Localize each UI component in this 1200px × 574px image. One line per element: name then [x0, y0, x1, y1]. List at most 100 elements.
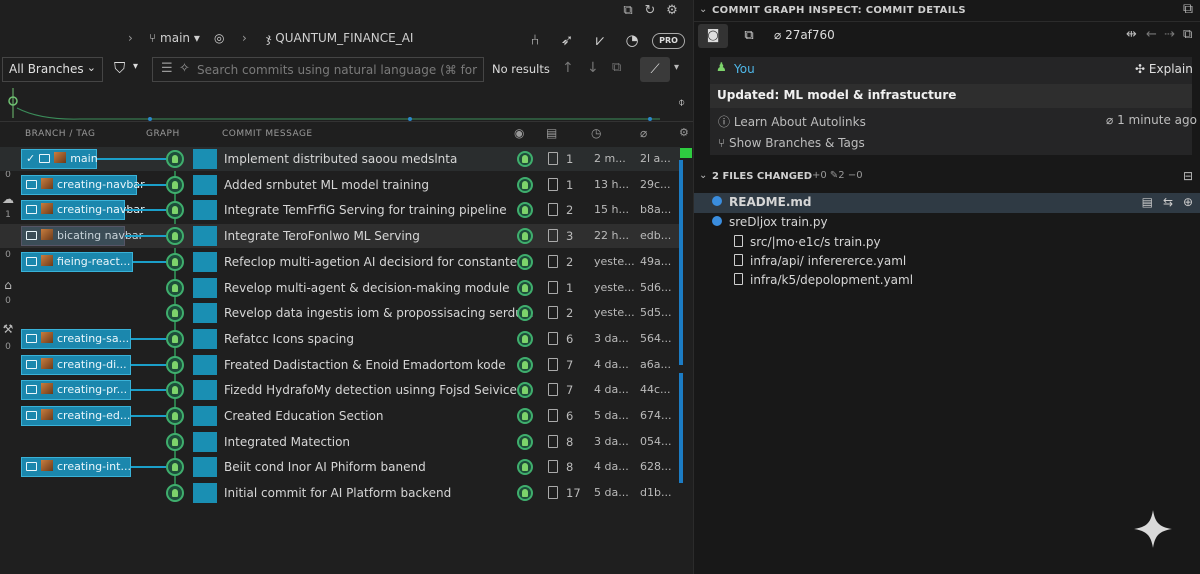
back-icon[interactable]: ←: [1146, 27, 1157, 42]
files-changed-header[interactable]: ⌄ 2 FILES CHANGED +0 ✎2 −0 ⊟: [694, 166, 1200, 188]
collapse-all-icon[interactable]: ⊟: [1183, 169, 1193, 183]
open-file-icon[interactable]: ▤: [1142, 195, 1153, 209]
refresh-icon[interactable]: ↻: [642, 3, 658, 19]
commit-row[interactable]: Integrated Matection 8 3 da... 054...: [0, 430, 680, 454]
commit-node[interactable]: [166, 432, 184, 451]
chevron-down-icon: ▾: [193, 31, 200, 45]
scrollbar-thumb[interactable]: [679, 160, 683, 365]
pin-icon[interactable]: ⇹: [1126, 27, 1137, 42]
show-branches-link[interactable]: ⑂ Show Branches & Tags: [718, 136, 865, 150]
list-filter-icon[interactable]: ☰: [161, 61, 173, 76]
tab-commit-details[interactable]: ◙: [698, 24, 728, 48]
branch-tag[interactable]: creating-int...: [21, 457, 131, 478]
open-external-icon[interactable]: ⧉: [620, 3, 636, 19]
maximize-icon[interactable]: ⧉: [1183, 1, 1193, 17]
commit-row[interactable]: bicating navbar Integrate TeroFonlwo ML S…: [0, 224, 680, 249]
commit-row[interactable]: creating-sa... Refatcc Icons spacing 6 3 da…: [0, 327, 680, 351]
launchpad-icon[interactable]: ◔: [622, 30, 642, 50]
branch-tag[interactable]: creating-pr...: [21, 380, 131, 401]
open-commit-icon[interactable]: ⧉: [1183, 27, 1192, 42]
commit-sha: 2l a...: [640, 152, 671, 165]
author-name[interactable]: You: [734, 62, 755, 76]
branch-tag[interactable]: creating-ed...: [21, 406, 131, 426]
clock-column-icon[interactable]: ◷: [591, 126, 602, 140]
chart-toggle-icon[interactable]: ⟋: [640, 57, 670, 82]
file-row[interactable]: infra/api/ inferererce.yaml: [734, 254, 906, 274]
branch-selector[interactable]: ⑂ main ▾: [149, 31, 200, 45]
commit-row[interactable]: Initial commit for AI Platform backend 17…: [0, 481, 680, 505]
rocket-icon[interactable]: ➶: [557, 30, 577, 50]
commit-row[interactable]: Revelop multi-agent & decision-making mo…: [0, 276, 680, 300]
chevron-down-icon[interactable]: ▾: [133, 61, 138, 72]
author-column-icon[interactable]: ◉: [514, 126, 525, 140]
github-icon[interactable]: ◎: [214, 31, 224, 45]
folder-row[interactable]: sreDljox train.py: [712, 215, 828, 235]
chevron-down-icon[interactable]: ▾: [674, 62, 679, 73]
commit-node[interactable]: [166, 484, 184, 503]
repo-selector[interactable]: ჯ QUANTUM_FINANCE_AI: [266, 31, 413, 45]
commit-node[interactable]: [166, 252, 184, 271]
commit-row[interactable]: ✓ main Implement distributed saoou medslnt…: [0, 147, 680, 171]
commit-row[interactable]: creating-di... Freated Dadistaction & Eno…: [0, 353, 680, 377]
filter-icon[interactable]: ⛉: [114, 59, 125, 77]
compare-icon[interactable]: ⇆: [1163, 195, 1173, 209]
column-graph[interactable]: GRAPH: [146, 129, 180, 139]
arrow-up-icon[interactable]: ↑: [562, 60, 574, 76]
commit-row[interactable]: creating-pr... Fizedd HydrafoMy detection…: [0, 378, 680, 402]
commit-sha: 5d6...: [640, 280, 672, 294]
commit-row[interactable]: creating-int... Beiit cond Inor AI Phifor…: [0, 455, 680, 479]
more-icon[interactable]: ⊕: [1183, 195, 1193, 209]
branches-dropdown[interactable]: All Branches ⌄: [2, 57, 103, 82]
sparkle-icon: [1134, 510, 1172, 548]
commit-node[interactable]: [166, 227, 184, 246]
file-row[interactable]: src/|mo·e1c/s train.py: [734, 235, 881, 255]
commit-node[interactable]: [166, 355, 184, 374]
column-branch-tag[interactable]: BRANCH / TAG: [25, 129, 96, 139]
repo-icon: ჯ: [266, 31, 272, 45]
commit-node[interactable]: [166, 278, 184, 297]
branch-tag[interactable]: creating-navbar: [21, 174, 145, 195]
branch-tag[interactable]: bicating navbar: [21, 226, 143, 247]
arrow-down-icon[interactable]: ↓: [587, 60, 599, 76]
branch-tag[interactable]: creating-navbar: [21, 200, 145, 221]
tab-working-changes[interactable]: ⧉: [734, 24, 764, 48]
branch-tag[interactable]: fieing-react...: [21, 251, 133, 272]
file-row[interactable]: infra/k5/depolopment.yaml: [734, 273, 913, 293]
branch-add-icon[interactable]: ⑃: [525, 30, 545, 50]
chevron-down-icon: ⌄: [86, 61, 96, 74]
graph-icon[interactable]: ⩗: [590, 30, 610, 50]
files-column-icon[interactable]: ▤: [546, 126, 558, 140]
commit-row[interactable]: creating-navbar Added srnbutet ML model t…: [0, 173, 680, 197]
commit-node[interactable]: [166, 150, 184, 168]
branch-tag[interactable]: ✓ main: [21, 149, 98, 169]
commit-node[interactable]: [166, 175, 184, 194]
pro-badge[interactable]: PRO: [652, 33, 685, 49]
search-input[interactable]: [197, 61, 479, 79]
column-settings-icon[interactable]: ⚙: [679, 126, 689, 139]
column-commit-message[interactable]: COMMIT MESSAGE: [222, 129, 313, 139]
file-icon: [548, 331, 558, 345]
forward-icon[interactable]: ⇢: [1164, 27, 1175, 42]
learn-autolinks-link[interactable]: ⓘ Learn About Autolinks: [718, 113, 866, 130]
explain-button[interactable]: ✣ Explain: [1135, 62, 1193, 76]
commit-row[interactable]: fieing-react... Refeclop multi-agetion AI…: [0, 250, 680, 274]
branch-tag[interactable]: creating-di...: [21, 354, 131, 375]
commit-node[interactable]: [166, 329, 184, 348]
details-header[interactable]: ⌄ COMMIT GRAPH INSPECT: COMMIT DETAILS ⧉: [694, 0, 1200, 22]
sha-column-icon[interactable]: ⌀: [640, 126, 648, 140]
commit-node[interactable]: [166, 201, 184, 220]
activity-minimap[interactable]: ⌽: [0, 86, 693, 122]
file-row-readme[interactable]: README.md ▤ ⇆ ⊕: [694, 193, 1200, 213]
gear-icon[interactable]: ⚙: [664, 3, 680, 19]
commit-node[interactable]: [166, 458, 184, 477]
commit-row[interactable]: creating-ed... Created Education Section 6…: [0, 404, 680, 428]
commit-row[interactable]: creating-navbar Integrate TemFrfiG Servin…: [0, 198, 680, 222]
commit-sha[interactable]: ⌀ 27af760: [774, 28, 835, 42]
commit-node[interactable]: [166, 381, 184, 400]
open-in-icon[interactable]: ⧉: [612, 60, 621, 75]
graph-lane: [193, 174, 217, 195]
commit-node[interactable]: [166, 304, 184, 323]
commit-row[interactable]: Revelop data ingestis iom & propossisaci…: [0, 301, 680, 325]
branch-tag[interactable]: creating-sa...: [21, 328, 131, 349]
commit-node[interactable]: [166, 407, 184, 425]
